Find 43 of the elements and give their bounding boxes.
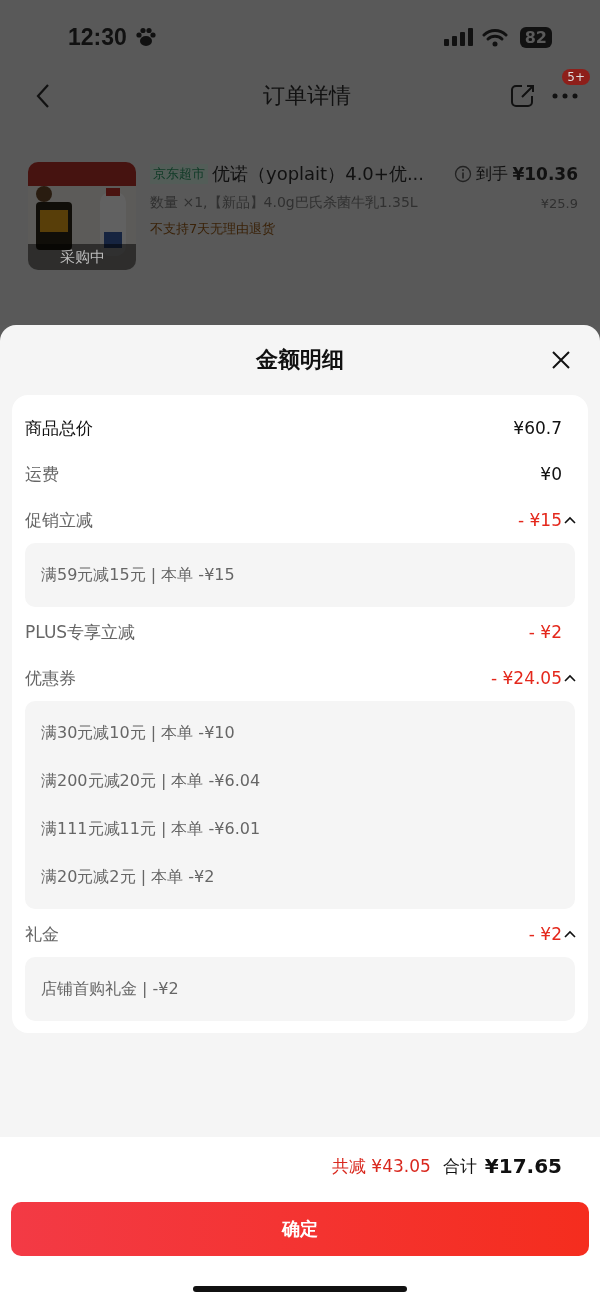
return-notice: 不支持7天无理由退货 xyxy=(150,220,277,238)
back-icon[interactable] xyxy=(36,83,50,109)
total-label: 合计 xyxy=(442,1154,477,1178)
share-icon[interactable] xyxy=(510,83,536,109)
price-label: 到手 xyxy=(476,163,509,185)
row-value: - ¥2 xyxy=(528,924,562,944)
detail-line: 店铺首购礼金 | -¥2 xyxy=(41,978,180,1000)
notification-badge: 5+ xyxy=(562,69,590,85)
close-icon[interactable] xyxy=(552,351,570,369)
detail-line: 满20元减2元 | 本单 -¥2 xyxy=(41,866,216,888)
image-status-label: 采购中 xyxy=(28,244,136,270)
row-label: 商品总价 xyxy=(25,416,93,440)
detail-line: 满30元减10元 | 本单 -¥10 xyxy=(41,722,236,744)
wifi-icon xyxy=(481,27,508,47)
signal-icon xyxy=(443,28,474,46)
more-icon[interactable] xyxy=(552,93,578,99)
row-value: - ¥15 xyxy=(518,510,562,530)
status-time: 12:30 xyxy=(68,23,127,51)
paw-icon xyxy=(134,27,157,47)
battery-indicator: 82 xyxy=(519,26,552,48)
row-value: - ¥2 xyxy=(528,622,562,642)
detail-line: 满59元减15元 | 本单 -¥15 xyxy=(41,564,236,586)
caret-icon[interactable] xyxy=(564,674,576,682)
caret-icon[interactable] xyxy=(564,930,576,938)
row-value: ¥60.7 xyxy=(513,418,562,438)
total-amount: ¥17.65 xyxy=(484,1154,562,1178)
sheet-title: 金额明细 xyxy=(256,346,344,374)
row-label: 促销立减 xyxy=(25,508,93,532)
confirm-button[interactable]: 确定 xyxy=(11,1202,589,1256)
detail-line: 满200元减20元 | 本单 -¥6.04 xyxy=(41,770,262,792)
row-label: 运费 xyxy=(25,462,59,486)
caret-icon[interactable] xyxy=(564,516,576,524)
row-label: PLUS专享立减 xyxy=(25,620,136,644)
row-value: ¥0 xyxy=(540,464,562,484)
product-name[interactable]: 优诺（yoplait）4.0+优... xyxy=(212,162,425,186)
detail-line: 满111元减11元 | 本单 -¥6.01 xyxy=(41,818,262,840)
page-title: 订单详情 xyxy=(263,82,351,110)
total-saved: 共减 ¥43.05 xyxy=(331,1154,431,1178)
store-tag: 京东超市 xyxy=(150,164,208,184)
row-value: - ¥24.05 xyxy=(490,668,562,688)
row-label: 礼金 xyxy=(25,922,59,946)
final-price: ¥10.36 xyxy=(512,164,578,184)
row-label: 优惠券 xyxy=(25,666,76,690)
